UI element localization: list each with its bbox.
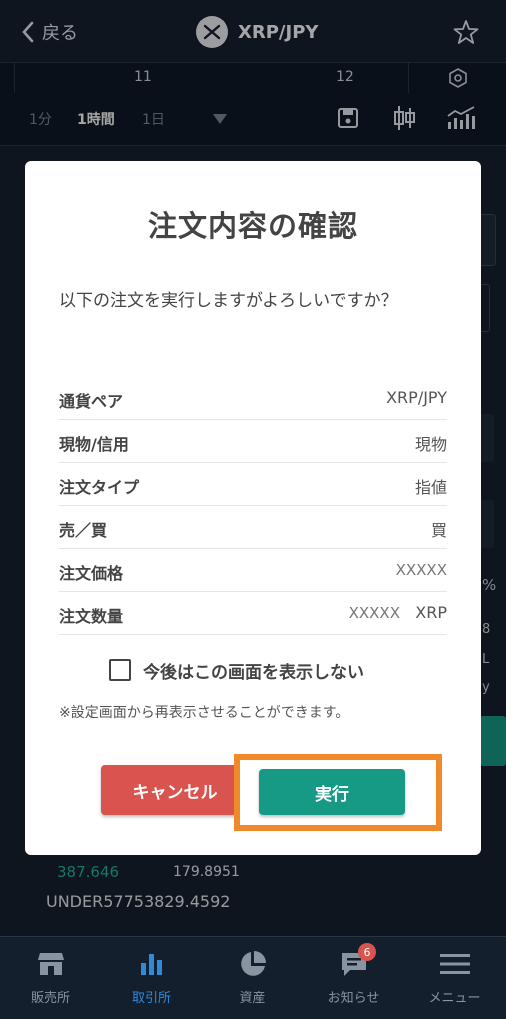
execute-button[interactable]: 実行 xyxy=(259,769,405,815)
store-icon xyxy=(36,949,66,979)
dialog-title: 注文内容の確認 xyxy=(147,209,358,243)
row-value: 現物 xyxy=(414,435,447,454)
dialog-message: 以下の注文を実行しますがよろしいですか？ xyxy=(59,291,398,311)
row-label: 注文タイプ xyxy=(59,478,140,497)
detail-row-currency-pair: 通貨ペア XRP/JPY xyxy=(59,377,447,420)
menu-icon xyxy=(439,949,470,979)
row-label: 注文数量 xyxy=(59,607,124,626)
row-label: 通貨ペア xyxy=(59,392,124,411)
nav-label: 取引所 xyxy=(131,991,171,1006)
nav-item-store[interactable]: 販売所 xyxy=(0,937,101,1019)
quantity-unit: XRP xyxy=(415,603,447,622)
nav-item-assets[interactable]: 資産 xyxy=(202,937,303,1019)
row-value: 買 xyxy=(430,521,447,540)
notification-badge: 6 xyxy=(358,943,376,961)
detail-row-spot-margin: 現物/信用 現物 xyxy=(59,420,447,463)
nav-label: 資産 xyxy=(239,991,266,1006)
detail-row-side: 売／買 買 xyxy=(59,506,447,549)
cancel-button[interactable]: キャンセル xyxy=(101,765,249,815)
settings-note: ※設定画面から再表示させることができます。 xyxy=(59,705,350,721)
row-value: 指値 xyxy=(414,478,447,497)
nav-label: お知らせ xyxy=(327,991,380,1006)
nav-item-menu[interactable]: メニュー xyxy=(404,937,505,1019)
bottom-navigation: 販売所 取引所 資産 お知らせ メニュー xyxy=(0,936,506,1019)
row-value: XRP/JPY xyxy=(386,388,447,407)
nav-item-exchange[interactable]: 取引所 xyxy=(101,937,202,1019)
bar-chart-icon xyxy=(137,949,167,979)
row-value: XXXXX xyxy=(396,560,447,579)
masked-value: XXXXX xyxy=(395,561,447,579)
nav-label: メニュー xyxy=(428,991,481,1006)
order-confirm-dialog: 注文内容の確認 以下の注文を実行しますがよろしいですか？ 通貨ペア XRP/JP… xyxy=(25,161,481,855)
nav-item-notifications[interactable]: お知らせ xyxy=(303,937,404,1019)
checkbox-label: 今後はこの画面を表示しない xyxy=(143,662,364,683)
masked-value: XXXXX xyxy=(348,604,400,622)
dont-show-again-option[interactable]: 今後はこの画面を表示しない xyxy=(109,658,364,683)
nav-label: 販売所 xyxy=(30,991,70,1006)
row-label: 現物/信用 xyxy=(59,435,129,454)
detail-row-price: 注文価格 XXXXX xyxy=(59,549,447,592)
row-label: 売／買 xyxy=(59,521,108,540)
row-value: XXXXX XRP xyxy=(349,603,447,622)
detail-row-order-type: 注文タイプ 指値 xyxy=(59,463,447,506)
row-label: 注文価格 xyxy=(59,564,124,583)
dont-show-again-checkbox[interactable] xyxy=(109,659,131,681)
pie-chart-icon xyxy=(238,949,268,979)
detail-row-quantity: 注文数量 XXXXX XRP xyxy=(59,592,447,635)
